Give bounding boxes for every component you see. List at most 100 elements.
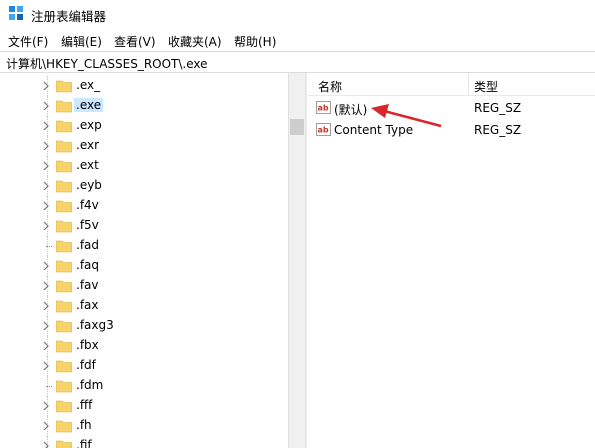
tree-item[interactable]: .fdm: [0, 376, 288, 396]
tree-item-label: .fff: [76, 398, 93, 412]
key-tree[interactable]: .ex_ .exe .exp .exr .ext .eyb .f4v .f5v .fad .faq…: [0, 73, 288, 448]
folder-icon: [56, 440, 72, 448]
tree-item[interactable]: .fax: [0, 296, 288, 316]
chevron-right-icon[interactable]: [41, 400, 51, 412]
tree-item-label: .fax: [76, 298, 99, 312]
tree-item-label: .fad: [76, 238, 100, 252]
column-name[interactable]: 名称: [318, 78, 342, 95]
tree-item[interactable]: .exr: [0, 136, 288, 156]
chevron-right-icon[interactable]: [41, 360, 51, 372]
svg-text:ab: ab: [318, 104, 329, 113]
tree-item-label: .ex_: [76, 78, 101, 92]
value-type: REG_SZ: [474, 123, 522, 137]
tree-item[interactable]: .ext: [0, 156, 288, 176]
tree-item[interactable]: .fh: [0, 416, 288, 436]
tree-item[interactable]: .fdf: [0, 356, 288, 376]
folder-icon: [56, 100, 72, 113]
tree-item[interactable]: .faq: [0, 256, 288, 276]
list-header: 名称 类型: [308, 73, 595, 96]
chevron-right-icon[interactable]: [41, 340, 51, 352]
tree-item[interactable]: .fav: [0, 276, 288, 296]
chevron-right-icon[interactable]: [41, 260, 51, 272]
tree-leaf-connector: [46, 386, 52, 387]
list-item[interactable]: ab (默认) REG_SZ: [308, 98, 595, 118]
menu-favorites[interactable]: 收藏夹(A): [168, 33, 222, 50]
tree-item-label: .f5v: [76, 218, 99, 232]
string-value-icon: ab: [316, 101, 331, 114]
tree-item-label: .fav: [76, 278, 99, 292]
tree-item[interactable]: .ex_: [0, 76, 288, 96]
folder-icon: [56, 200, 72, 213]
folder-icon: [56, 320, 72, 333]
chevron-right-icon[interactable]: [41, 280, 51, 292]
tree-item-label: .fbx: [76, 338, 99, 352]
menu-view[interactable]: 查看(V): [114, 33, 156, 50]
svg-text:ab: ab: [318, 126, 329, 135]
folder-icon: [56, 120, 72, 133]
tree-item-label: .exp: [76, 118, 102, 132]
tree-item[interactable]: .eyb: [0, 176, 288, 196]
chevron-right-icon[interactable]: [41, 180, 51, 192]
tree-item[interactable]: .f4v: [0, 196, 288, 216]
tree-item[interactable]: .f5v: [0, 216, 288, 236]
tree-item-label: .exr: [76, 138, 100, 152]
tree-item-label: .exe: [74, 98, 104, 112]
folder-icon: [56, 300, 72, 313]
list-item[interactable]: ab Content Type REG_SZ: [308, 120, 595, 140]
menu-bar: 文件(F) 编辑(E) 查看(V) 收藏夹(A) 帮助(H): [0, 30, 595, 50]
folder-icon: [56, 80, 72, 93]
folder-icon: [56, 360, 72, 373]
tree-item-label: .eyb: [76, 178, 102, 192]
tree-item[interactable]: .fff: [0, 396, 288, 416]
tree-scrollbar[interactable]: [288, 73, 305, 448]
tree-item-label: .fdf: [76, 358, 96, 372]
tree-item[interactable]: .fad: [0, 236, 288, 256]
folder-icon: [56, 400, 72, 413]
folder-icon: [56, 160, 72, 173]
tree-item[interactable]: .faxg3: [0, 316, 288, 336]
menu-edit[interactable]: 编辑(E): [61, 33, 102, 50]
folder-icon: [56, 260, 72, 273]
address-bar[interactable]: 计算机\HKEY_CLASSES_ROOT\.exe: [0, 51, 595, 73]
menu-help[interactable]: 帮助(H): [234, 33, 276, 50]
folder-icon: [56, 280, 72, 293]
chevron-right-icon[interactable]: [41, 160, 51, 172]
chevron-right-icon[interactable]: [41, 220, 51, 232]
chevron-right-icon[interactable]: [41, 200, 51, 212]
chevron-right-icon[interactable]: [41, 120, 51, 132]
tree-item[interactable]: .fbx: [0, 336, 288, 356]
tree-item-label: .fif: [76, 438, 92, 448]
tree-item-label: .fdm: [76, 378, 104, 392]
chevron-right-icon[interactable]: [41, 320, 51, 332]
tree-leaf-connector: [46, 246, 52, 247]
column-divider[interactable]: [468, 73, 469, 95]
tree-item-label: .faxg3: [76, 318, 114, 332]
tree-item-label: .fh: [76, 418, 92, 432]
tree-item-label: .ext: [76, 158, 99, 172]
pane-splitter[interactable]: [305, 73, 307, 448]
folder-icon: [56, 140, 72, 153]
regedit-icon: [9, 6, 23, 20]
chevron-right-icon[interactable]: [41, 420, 51, 432]
value-type: REG_SZ: [474, 101, 522, 115]
title-bar: 注册表编辑器: [0, 0, 595, 28]
chevron-right-icon[interactable]: [41, 100, 51, 112]
folder-icon: [56, 180, 72, 193]
folder-icon: [56, 240, 72, 253]
chevron-right-icon[interactable]: [41, 440, 51, 448]
value-name: (默认): [334, 103, 368, 117]
chevron-right-icon[interactable]: [41, 80, 51, 92]
scrollbar-thumb[interactable]: [290, 119, 304, 135]
values-list[interactable]: 名称 类型 ab (默认) REG_SZ ab Content Type REG…: [308, 73, 595, 448]
menu-file[interactable]: 文件(F): [8, 33, 48, 50]
chevron-right-icon[interactable]: [41, 300, 51, 312]
column-type[interactable]: 类型: [474, 78, 498, 95]
tree-item-label: .faq: [76, 258, 100, 272]
tree-item[interactable]: .exe: [0, 96, 288, 116]
value-name: Content Type: [334, 123, 414, 137]
tree-item[interactable]: .exp: [0, 116, 288, 136]
tree-item[interactable]: .fif: [0, 436, 288, 448]
address-path[interactable]: 计算机\HKEY_CLASSES_ROOT\.exe: [6, 55, 208, 72]
chevron-right-icon[interactable]: [41, 140, 51, 152]
folder-icon: [56, 340, 72, 353]
